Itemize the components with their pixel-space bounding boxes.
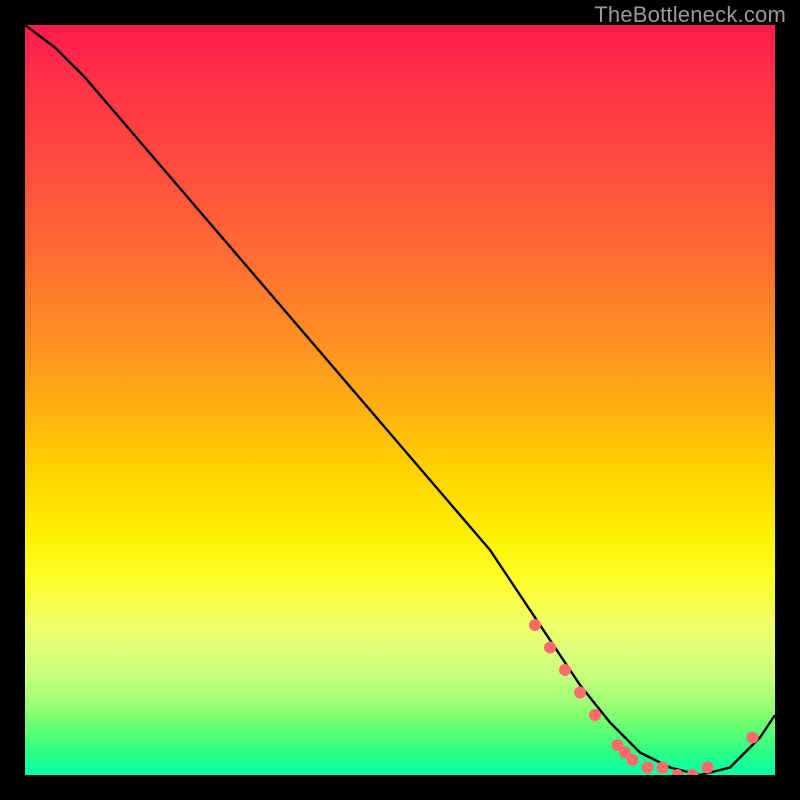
data-marker — [642, 762, 654, 774]
data-marker — [544, 642, 556, 654]
marker-group — [529, 619, 759, 775]
data-marker — [702, 762, 714, 774]
curve-layer — [25, 25, 775, 775]
data-marker — [589, 709, 601, 721]
data-marker — [747, 732, 759, 744]
plot-area — [25, 25, 775, 775]
chart-container: TheBottleneck.com — [0, 0, 800, 800]
data-marker — [574, 687, 586, 699]
bottleneck-curve — [25, 25, 775, 775]
data-marker — [657, 762, 669, 774]
data-marker — [529, 619, 541, 631]
data-marker — [627, 754, 639, 766]
data-marker — [687, 769, 699, 775]
data-marker — [559, 664, 571, 676]
